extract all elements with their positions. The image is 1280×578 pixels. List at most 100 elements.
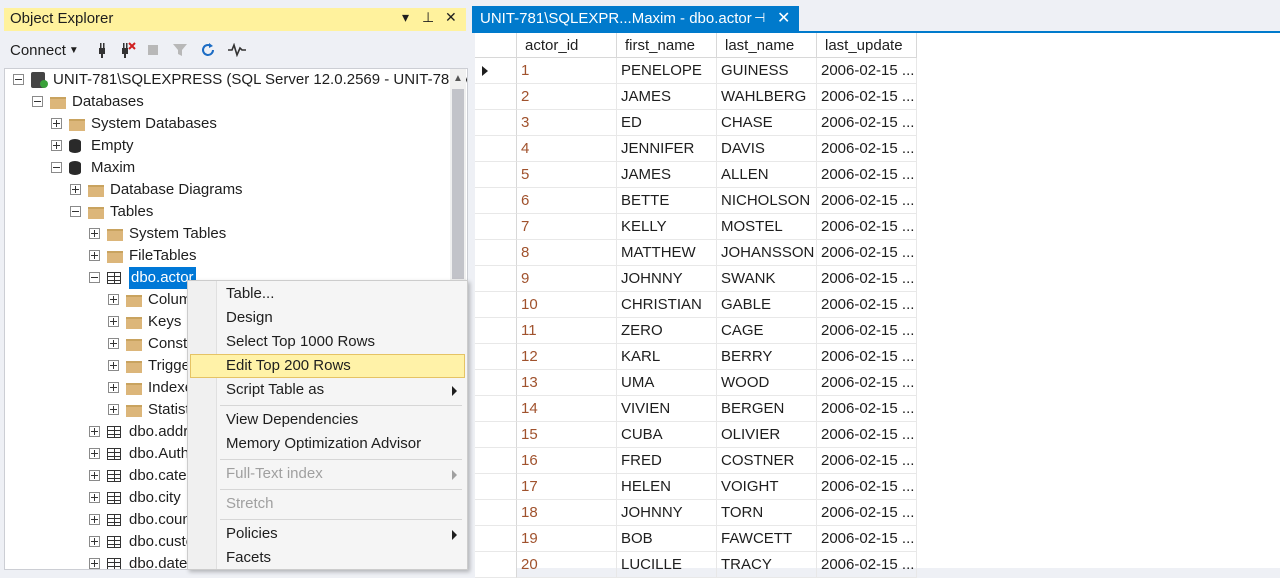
expand-icon[interactable] — [89, 536, 100, 547]
column-header-actor-id[interactable]: actor_id — [517, 33, 617, 58]
expand-icon[interactable] — [89, 470, 100, 481]
grid-cell-last-name[interactable]: WAHLBERG — [717, 84, 817, 110]
grid-cell-last-update[interactable]: 2006-02-15 ... — [817, 110, 917, 136]
grid-cell-last-update[interactable]: 2006-02-15 ... — [817, 214, 917, 240]
activity-monitor-icon[interactable] — [226, 39, 248, 61]
close-icon[interactable]: ✕ — [777, 8, 790, 28]
row-selector[interactable] — [475, 422, 517, 448]
grid-cell-last-name[interactable]: BERRY — [717, 344, 817, 370]
grid-cell-last-name[interactable]: MOSTEL — [717, 214, 817, 240]
tree-node[interactable]: Databases — [5, 91, 445, 113]
grid-cell-first-name[interactable]: ED — [617, 110, 717, 136]
grid-cell-first-name[interactable]: BETTE — [617, 188, 717, 214]
grid-cell-actor-id[interactable]: 1 — [517, 58, 617, 84]
grid-cell-last-update[interactable]: 2006-02-15 ... — [817, 526, 917, 552]
grid-cell-last-update[interactable]: 2006-02-15 ... — [817, 552, 917, 578]
row-selector[interactable] — [475, 370, 517, 396]
grid-cell-last-name[interactable]: FAWCETT — [717, 526, 817, 552]
grid-cell-last-update[interactable]: 2006-02-15 ... — [817, 240, 917, 266]
grid-cell-first-name[interactable]: CUBA — [617, 422, 717, 448]
grid-cell-last-name[interactable]: CAGE — [717, 318, 817, 344]
grid-cell-first-name[interactable]: KARL — [617, 344, 717, 370]
expand-icon[interactable] — [89, 448, 100, 459]
grid-cell-actor-id[interactable]: 16 — [517, 448, 617, 474]
expand-icon[interactable] — [108, 404, 119, 415]
grid-cell-first-name[interactable]: ZERO — [617, 318, 717, 344]
row-selector[interactable] — [475, 266, 517, 292]
refresh-icon[interactable] — [198, 39, 218, 61]
tree-node[interactable]: Maxim — [5, 157, 445, 179]
row-selector[interactable] — [475, 58, 517, 84]
row-selector[interactable] — [475, 214, 517, 240]
pin-icon[interactable]: ⊥ — [422, 9, 434, 26]
grid-cell-first-name[interactable]: VIVIEN — [617, 396, 717, 422]
connect-plug-icon[interactable] — [92, 39, 112, 61]
grid-cell-actor-id[interactable]: 17 — [517, 474, 617, 500]
grid-cell-last-update[interactable]: 2006-02-15 ... — [817, 84, 917, 110]
grid-cell-actor-id[interactable]: 7 — [517, 214, 617, 240]
grid-cell-last-update[interactable]: 2006-02-15 ... — [817, 318, 917, 344]
row-selector[interactable] — [475, 136, 517, 162]
grid-cell-actor-id[interactable]: 10 — [517, 292, 617, 318]
grid-cell-last-update[interactable]: 2006-02-15 ... — [817, 500, 917, 526]
expand-icon[interactable] — [89, 492, 100, 503]
menu-item-design[interactable]: Design — [190, 306, 465, 330]
expand-icon[interactable] — [108, 382, 119, 393]
grid-cell-first-name[interactable]: JOHNNY — [617, 500, 717, 526]
expand-icon[interactable] — [70, 184, 81, 195]
expand-icon[interactable] — [108, 294, 119, 305]
grid-cell-last-update[interactable]: 2006-02-15 ... — [817, 422, 917, 448]
collapse-icon[interactable] — [32, 96, 43, 107]
grid-cell-first-name[interactable]: CHRISTIAN — [617, 292, 717, 318]
grid-cell-last-name[interactable]: NICHOLSON — [717, 188, 817, 214]
row-selector[interactable] — [475, 110, 517, 136]
grid-cell-last-update[interactable]: 2006-02-15 ... — [817, 162, 917, 188]
grid-cell-first-name[interactable]: PENELOPE — [617, 58, 717, 84]
row-selector[interactable] — [475, 526, 517, 552]
menu-item-memory-optimization-advisor[interactable]: Memory Optimization Advisor — [190, 432, 465, 456]
grid-cell-actor-id[interactable]: 6 — [517, 188, 617, 214]
tree-node[interactable]: System Tables — [5, 223, 445, 245]
collapse-icon[interactable] — [51, 162, 62, 173]
expand-icon[interactable] — [89, 558, 100, 569]
column-header-first-name[interactable]: first_name — [617, 33, 717, 58]
column-header-last-update[interactable]: last_update — [817, 33, 917, 58]
grid-cell-last-update[interactable]: 2006-02-15 ... — [817, 474, 917, 500]
grid-cell-last-name[interactable]: BERGEN — [717, 396, 817, 422]
scrollbar-thumb[interactable] — [452, 89, 464, 279]
grid-cell-actor-id[interactable]: 11 — [517, 318, 617, 344]
grid-cell-last-name[interactable]: OLIVIER — [717, 422, 817, 448]
filter-icon[interactable] — [170, 39, 190, 61]
collapse-icon[interactable] — [13, 74, 24, 85]
row-selector[interactable] — [475, 84, 517, 110]
menu-item-script-table-as[interactable]: Script Table as — [190, 378, 465, 402]
connect-button[interactable]: Connect ▼ — [10, 39, 86, 61]
collapse-icon[interactable] — [89, 272, 100, 283]
menu-item-table[interactable]: Table... — [190, 282, 465, 306]
grid-cell-first-name[interactable]: UMA — [617, 370, 717, 396]
grid-cell-actor-id[interactable]: 19 — [517, 526, 617, 552]
grid-cell-first-name[interactable]: FRED — [617, 448, 717, 474]
tree-node[interactable]: Database Diagrams — [5, 179, 445, 201]
grid-cell-actor-id[interactable]: 3 — [517, 110, 617, 136]
row-selector[interactable] — [475, 448, 517, 474]
expand-icon[interactable] — [108, 360, 119, 371]
expand-icon[interactable] — [108, 316, 119, 327]
tree-node[interactable]: UNIT-781\SQLEXPRESS (SQL Server 12.0.256… — [5, 69, 467, 91]
row-selector[interactable] — [475, 500, 517, 526]
grid-corner-header[interactable] — [475, 33, 517, 58]
menu-item-select-top-1000-rows[interactable]: Select Top 1000 Rows — [190, 330, 465, 354]
grid-cell-last-name[interactable]: VOIGHT — [717, 474, 817, 500]
expand-icon[interactable] — [89, 250, 100, 261]
tree-node[interactable]: System Databases — [5, 113, 445, 135]
grid-cell-actor-id[interactable]: 12 — [517, 344, 617, 370]
stop-icon[interactable] — [144, 39, 162, 61]
grid-cell-actor-id[interactable]: 14 — [517, 396, 617, 422]
grid-cell-first-name[interactable]: LUCILLE — [617, 552, 717, 578]
expand-icon[interactable] — [89, 514, 100, 525]
tree-node[interactable]: Tables — [5, 201, 445, 223]
grid-cell-first-name[interactable]: BOB — [617, 526, 717, 552]
grid-cell-last-name[interactable]: GABLE — [717, 292, 817, 318]
tree-node[interactable]: FileTables — [5, 245, 445, 267]
grid-cell-last-name[interactable]: SWANK — [717, 266, 817, 292]
